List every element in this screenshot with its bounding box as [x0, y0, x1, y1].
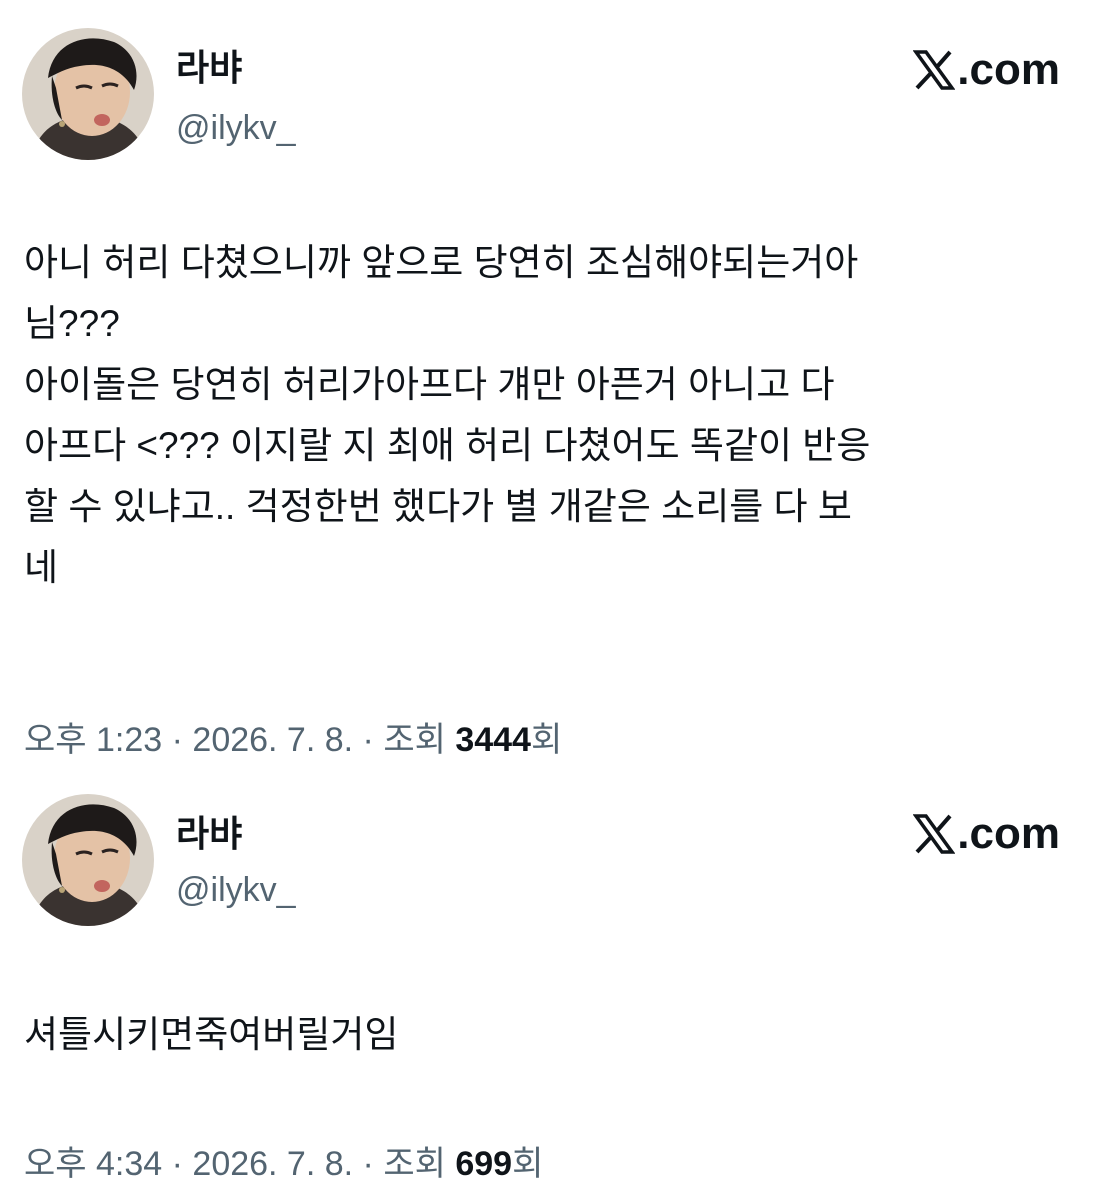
views-label: 조회 — [383, 1145, 456, 1183]
x-logo-icon — [913, 814, 956, 854]
views-suffix: 회 — [530, 721, 563, 759]
tweet-meta: 오후 4:34 · 2026. 7. 8. · 조회 699회 — [24, 1142, 543, 1186]
views-count[interactable]: 3444 — [455, 721, 531, 759]
meta-separator: · — [353, 1145, 384, 1183]
tweet-date[interactable]: 2026. 7. 8. — [192, 1145, 353, 1183]
avatar-image — [22, 28, 154, 160]
tweet-card[interactable]: 라뱌 @ilykv_ .com 셔틀시키면죽여버릴거임 오후 4:34 · 20… — [0, 770, 1112, 1200]
avatar[interactable] — [22, 28, 154, 160]
tweet-time[interactable]: 오후 1:23 — [24, 721, 162, 759]
meta-separator: · — [353, 721, 384, 759]
tweet-card[interactable]: 라뱌 @ilykv_ .com 아니 허리 다쳤으니까 앞으로 당연히 조심해야… — [0, 0, 1112, 780]
user-handle[interactable]: @ilykv_ — [176, 106, 296, 150]
tweet-text: 셔틀시키면죽여버릴거임 — [24, 1014, 399, 1055]
user-handle[interactable]: @ilykv_ — [176, 868, 296, 912]
tweet-text: 아니 허리 다쳤으니까 앞으로 당연히 조심해야되는거아 님??? 아이돌은 당… — [24, 242, 871, 588]
views-label: 조회 — [383, 721, 456, 759]
brand-logo: .com — [913, 808, 1060, 860]
tweet-time[interactable]: 오후 4:34 — [24, 1145, 162, 1183]
x-logo-icon — [913, 50, 956, 90]
meta-separator: · — [162, 721, 193, 759]
avatar[interactable] — [22, 794, 154, 926]
views-suffix: 회 — [512, 1145, 544, 1183]
display-name[interactable]: 라뱌 — [176, 46, 242, 90]
meta-separator: · — [162, 1145, 193, 1183]
tweet-meta: 오후 1:23 · 2026. 7. 8. · 조회 3444회 — [24, 718, 562, 762]
brand-domain: .com — [957, 45, 1060, 94]
brand-logo: .com — [913, 44, 1060, 96]
avatar-image — [22, 794, 154, 926]
display-name[interactable]: 라뱌 — [176, 812, 242, 856]
brand-domain: .com — [957, 809, 1060, 858]
tweet-date[interactable]: 2026. 7. 8. — [192, 721, 353, 759]
views-count[interactable]: 699 — [455, 1145, 512, 1183]
